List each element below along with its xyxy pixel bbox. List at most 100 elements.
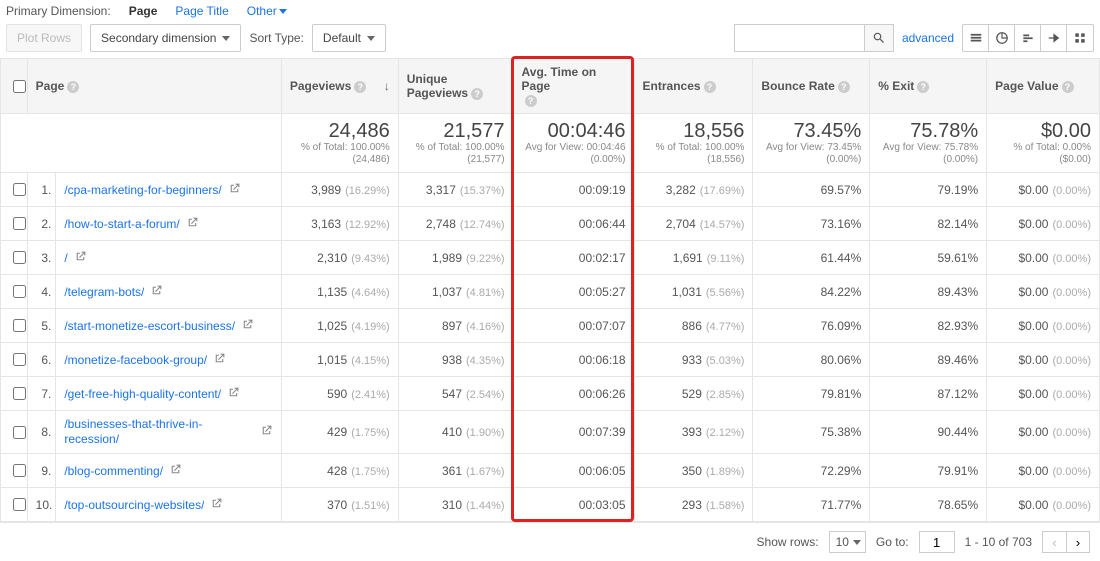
row-checkbox[interactable] [13,251,26,264]
search-icon [872,31,886,45]
next-page-button[interactable]: › [1066,531,1090,553]
help-icon[interactable]: ? [471,88,483,100]
secondary-dimension-select[interactable]: Secondary dimension [90,24,241,52]
row-checkbox-cell[interactable] [1,454,28,488]
dimension-tab-page[interactable]: Page [129,4,158,18]
page-link[interactable]: /start-monetize-escort-business/ [64,319,235,333]
advanced-link[interactable]: advanced [902,31,954,45]
cell-pct-exit: 59.61% [870,241,987,275]
row-checkbox-cell[interactable] [1,207,28,241]
external-link-icon[interactable] [228,182,241,198]
col-pct-exit[interactable]: % Exit? [870,59,987,114]
dimension-tab-page-title[interactable]: Page Title [175,4,228,18]
row-checkbox[interactable] [13,285,26,298]
col-page[interactable]: Page? [27,59,281,114]
page-link[interactable]: /get-free-high-quality-content/ [64,387,221,401]
col-bounce-rate[interactable]: Bounce Rate? [753,59,870,114]
external-link-icon[interactable] [260,424,273,440]
page-link[interactable]: /cpa-marketing-for-beginners/ [64,183,221,197]
cell-unique-pageviews: 361(1.67%) [398,454,513,488]
row-checkbox-cell[interactable] [1,343,28,377]
cell-pct-exit: 82.93% [870,309,987,343]
table-row: 7./get-free-high-quality-content/590(2.4… [1,377,1100,411]
cell-avg-time: 00:07:07 [513,309,634,343]
page-link[interactable]: /top-outsourcing-websites/ [64,498,204,512]
view-pivot-icon[interactable] [1067,25,1093,51]
row-checkbox[interactable] [13,387,26,400]
page-link[interactable]: /blog-commenting/ [64,464,163,478]
page-cell: /monetize-facebook-group/ [56,343,282,377]
view-pie-icon[interactable] [989,25,1015,51]
cell-pageviews: 1,135(4.64%) [281,275,398,309]
col-unique-pageviews[interactable]: Unique Pageviews? [398,59,513,114]
page-cell: /cpa-marketing-for-beginners/ [56,173,282,207]
cell-avg-time: 00:07:39 [513,411,634,454]
row-checkbox[interactable] [13,353,26,366]
col-entrances[interactable]: Entrances? [634,59,753,114]
external-link-icon[interactable] [169,463,182,479]
help-icon[interactable]: ? [1062,81,1074,93]
external-link-icon[interactable] [210,497,223,513]
search-button[interactable] [864,24,894,52]
help-icon[interactable]: ? [704,81,716,93]
row-checkbox[interactable] [13,426,26,439]
cell-entrances: 1,031(5.56%) [634,275,753,309]
sort-down-icon: ↓ [384,79,390,93]
row-checkbox[interactable] [13,498,26,511]
sort-type-select[interactable]: Default [312,24,386,52]
external-link-icon[interactable] [150,284,163,300]
go-to-input[interactable] [919,531,955,553]
row-checkbox[interactable] [13,217,26,230]
external-link-icon[interactable] [227,386,240,402]
summary-bounce-rate: 73.45%Avg for View: 73.45%(0.00%) [753,114,870,173]
cell-page-value: $0.00(0.00%) [987,343,1100,377]
col-pageviews[interactable]: Pageviews?↓ [281,59,398,114]
cell-avg-time: 00:03:05 [513,488,634,522]
view-comparison-icon[interactable] [1041,25,1067,51]
table-row: 10./top-outsourcing-websites/370(1.51%)3… [1,488,1100,522]
row-checkbox-cell[interactable] [1,241,28,275]
dimension-other-label: Other [247,4,277,18]
col-avg-time[interactable]: Avg. Time on Page? [513,59,634,114]
search-input[interactable] [734,24,864,52]
view-table-icon[interactable] [963,25,989,51]
page-link[interactable]: /businesses-that-thrive-in-recession/ [64,417,254,447]
cell-pageviews: 3,163(12.92%) [281,207,398,241]
external-link-icon[interactable] [74,250,87,266]
page-cell: /blog-commenting/ [56,454,282,488]
select-all-header[interactable] [1,59,28,114]
row-checkbox[interactable] [13,464,26,477]
external-link-icon[interactable] [241,318,254,334]
external-link-icon[interactable] [213,352,226,368]
row-checkbox[interactable] [13,319,26,332]
row-checkbox-cell[interactable] [1,173,28,207]
view-performance-icon[interactable] [1015,25,1041,51]
table-row: 4./telegram-bots/1,135(4.64%)1,037(4.81%… [1,275,1100,309]
table-row: 3./2,310(9.43%)1,989(9.22%)00:02:171,691… [1,241,1100,275]
row-checkbox-cell[interactable] [1,488,28,522]
prev-page-button[interactable]: ‹ [1042,531,1066,553]
page-link[interactable]: /telegram-bots/ [64,285,144,299]
col-page-value[interactable]: Page Value? [987,59,1100,114]
cell-page-value: $0.00(0.00%) [987,309,1100,343]
page-link[interactable]: /monetize-facebook-group/ [64,353,207,367]
plot-rows-button[interactable]: Plot Rows [6,24,82,52]
cell-entrances: 2,704(14.57%) [634,207,753,241]
select-all-checkbox[interactable] [13,80,26,93]
row-checkbox-cell[interactable] [1,309,28,343]
page-link[interactable]: / [64,251,67,265]
help-icon[interactable]: ? [354,81,366,93]
row-checkbox-cell[interactable] [1,411,28,454]
cell-pct-exit: 79.91% [870,454,987,488]
help-icon[interactable]: ? [67,81,79,93]
row-checkbox-cell[interactable] [1,377,28,411]
help-icon[interactable]: ? [525,95,537,107]
dimension-tab-other[interactable]: Other [247,4,287,18]
page-link[interactable]: /how-to-start-a-forum/ [64,217,179,231]
row-checkbox-cell[interactable] [1,275,28,309]
row-checkbox[interactable] [13,183,26,196]
help-icon[interactable]: ? [838,81,850,93]
external-link-icon[interactable] [186,216,199,232]
help-icon[interactable]: ? [917,81,929,93]
show-rows-select[interactable]: 10 [829,531,866,553]
